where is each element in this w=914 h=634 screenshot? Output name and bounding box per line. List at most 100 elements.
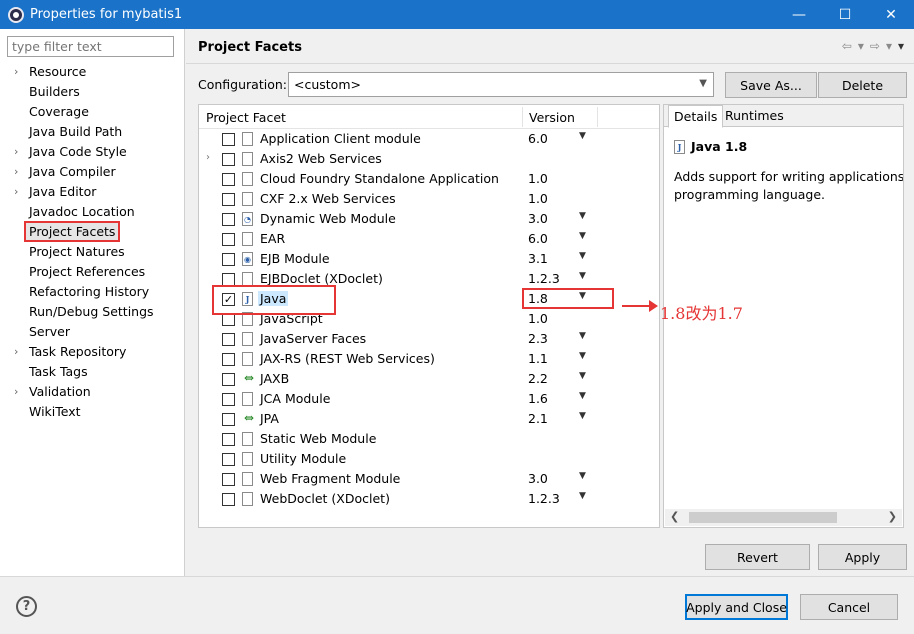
table-row[interactable]: JavaScript 1.0 bbox=[199, 309, 659, 329]
chevron-right-icon[interactable]: › bbox=[14, 342, 18, 362]
table-row[interactable]: Application Client module 6.0 ▼ bbox=[199, 129, 659, 149]
chevron-right-icon[interactable]: › bbox=[206, 152, 210, 163]
version-dropdown-icon[interactable]: ▼ bbox=[579, 471, 586, 481]
table-row[interactable]: › Axis2 Web Services bbox=[199, 149, 659, 169]
table-row[interactable]: ⇔ JAXB 2.2 ▼ bbox=[199, 369, 659, 389]
column-header-facet[interactable]: Project Facet bbox=[206, 110, 286, 125]
configuration-select[interactable]: <custom> ▼ bbox=[288, 72, 714, 97]
sidebar-item[interactable]: Coverage bbox=[0, 102, 185, 122]
sidebar-item[interactable]: WikiText bbox=[0, 402, 185, 422]
scroll-left-icon[interactable]: ❮ bbox=[670, 510, 679, 523]
table-row[interactable]: ◔ Dynamic Web Module 3.0 ▼ bbox=[199, 209, 659, 229]
chevron-right-icon[interactable]: › bbox=[14, 162, 18, 182]
facet-checkbox[interactable] bbox=[222, 493, 235, 506]
save-as-button[interactable]: Save As... bbox=[725, 72, 817, 98]
sidebar-item[interactable]: › Java Editor bbox=[0, 182, 185, 202]
sidebar-item[interactable]: Project References bbox=[0, 262, 185, 282]
sidebar-item[interactable]: Run/Debug Settings bbox=[0, 302, 185, 322]
table-row[interactable]: WebDoclet (XDoclet) 1.2.3 ▼ bbox=[199, 489, 659, 509]
sidebar-item[interactable]: Server bbox=[0, 322, 185, 342]
table-row[interactable]: JavaServer Faces 2.3 ▼ bbox=[199, 329, 659, 349]
version-dropdown-icon[interactable]: ▼ bbox=[579, 371, 586, 381]
sidebar-item[interactable]: › Validation bbox=[0, 382, 185, 402]
sidebar-item[interactable]: Task Tags bbox=[0, 362, 185, 382]
version-dropdown-icon[interactable]: ▼ bbox=[579, 211, 586, 221]
facet-checkbox[interactable] bbox=[222, 413, 235, 426]
view-menu-icon[interactable]: ▾ bbox=[898, 39, 904, 53]
version-dropdown-icon[interactable]: ▼ bbox=[579, 271, 586, 281]
table-row[interactable]: Web Fragment Module 3.0 ▼ bbox=[199, 469, 659, 489]
version-dropdown-icon[interactable]: ▼ bbox=[579, 251, 586, 261]
facet-checkbox[interactable] bbox=[222, 333, 235, 346]
table-row[interactable]: Utility Module bbox=[199, 449, 659, 469]
delete-button[interactable]: Delete bbox=[818, 72, 907, 98]
sidebar-item[interactable]: › Task Repository bbox=[0, 342, 185, 362]
back-dropdown-icon[interactable]: ▾ bbox=[858, 39, 864, 53]
version-dropdown-icon[interactable]: ▼ bbox=[579, 491, 586, 501]
facet-checkbox[interactable] bbox=[222, 373, 235, 386]
back-arrow-icon[interactable]: ⇦ bbox=[842, 39, 852, 53]
version-dropdown-icon[interactable]: ▼ bbox=[579, 331, 586, 341]
chevron-right-icon[interactable]: › bbox=[14, 182, 18, 202]
facet-checkbox[interactable] bbox=[222, 433, 235, 446]
scroll-right-icon[interactable]: ❯ bbox=[888, 510, 897, 523]
facet-checkbox[interactable]: ✓ bbox=[222, 293, 235, 306]
facet-checkbox[interactable] bbox=[222, 253, 235, 266]
tab-runtimes[interactable]: Runtimes bbox=[720, 105, 789, 127]
chevron-right-icon[interactable]: › bbox=[14, 62, 18, 82]
close-button[interactable]: ✕ bbox=[868, 0, 914, 29]
facet-checkbox[interactable] bbox=[222, 313, 235, 326]
facet-checkbox[interactable] bbox=[222, 453, 235, 466]
horizontal-scrollbar[interactable]: ❮ ❯ bbox=[665, 509, 902, 526]
table-row[interactable]: EJBDoclet (XDoclet) 1.2.3 ▼ bbox=[199, 269, 659, 289]
column-header-version[interactable]: Version bbox=[529, 110, 575, 125]
facet-checkbox[interactable] bbox=[222, 393, 235, 406]
sidebar-item[interactable]: Project Facets bbox=[0, 221, 185, 242]
sidebar-item[interactable]: › Java Code Style bbox=[0, 142, 185, 162]
apply-and-close-button[interactable]: Apply and Close bbox=[685, 594, 788, 620]
chevron-right-icon[interactable]: › bbox=[14, 142, 18, 162]
facet-checkbox[interactable] bbox=[222, 473, 235, 486]
chevron-right-icon[interactable]: › bbox=[14, 382, 18, 402]
facet-checkbox[interactable] bbox=[222, 353, 235, 366]
table-row[interactable]: JAX-RS (REST Web Services) 1.1 ▼ bbox=[199, 349, 659, 369]
version-dropdown-icon[interactable]: ▼ bbox=[579, 351, 586, 361]
facet-checkbox[interactable] bbox=[222, 193, 235, 206]
table-row[interactable]: EAR 6.0 ▼ bbox=[199, 229, 659, 249]
table-row[interactable]: ✓ J Java 1.8 ▼ bbox=[199, 289, 659, 309]
sidebar-item[interactable]: › Java Compiler bbox=[0, 162, 185, 182]
version-dropdown-icon[interactable]: ▼ bbox=[579, 291, 586, 301]
maximize-button[interactable]: ☐ bbox=[822, 0, 868, 29]
revert-button[interactable]: Revert bbox=[705, 544, 810, 570]
table-row[interactable]: ⇔ JPA 2.1 ▼ bbox=[199, 409, 659, 429]
table-row[interactable]: Static Web Module bbox=[199, 429, 659, 449]
version-dropdown-icon[interactable]: ▼ bbox=[579, 411, 586, 421]
sidebar-item[interactable]: Refactoring History bbox=[0, 282, 185, 302]
table-row[interactable]: Cloud Foundry Standalone Application 1.0 bbox=[199, 169, 659, 189]
tab-details[interactable]: Details bbox=[668, 105, 724, 128]
forward-dropdown-icon[interactable]: ▾ bbox=[886, 39, 892, 53]
facet-checkbox[interactable] bbox=[222, 153, 235, 166]
facet-checkbox[interactable] bbox=[222, 173, 235, 186]
apply-button[interactable]: Apply bbox=[818, 544, 907, 570]
facet-checkbox[interactable] bbox=[222, 213, 235, 226]
help-icon[interactable]: ? bbox=[16, 596, 37, 617]
filter-input[interactable] bbox=[7, 36, 174, 57]
facet-checkbox[interactable] bbox=[222, 273, 235, 286]
scroll-thumb[interactable] bbox=[689, 512, 837, 523]
sidebar-item[interactable]: Builders bbox=[0, 82, 185, 102]
minimize-button[interactable]: — bbox=[776, 0, 822, 29]
table-row[interactable]: ◉ EJB Module 3.1 ▼ bbox=[199, 249, 659, 269]
cancel-button[interactable]: Cancel bbox=[800, 594, 898, 620]
version-dropdown-icon[interactable]: ▼ bbox=[579, 231, 586, 241]
version-dropdown-icon[interactable]: ▼ bbox=[579, 131, 586, 141]
table-row[interactable]: JCA Module 1.6 ▼ bbox=[199, 389, 659, 409]
sidebar-item[interactable]: Project Natures bbox=[0, 242, 185, 262]
sidebar-item[interactable]: Java Build Path bbox=[0, 122, 185, 142]
sidebar-item[interactable]: › Resource bbox=[0, 62, 185, 82]
sidebar-item[interactable]: Javadoc Location bbox=[0, 202, 185, 222]
facet-checkbox[interactable] bbox=[222, 233, 235, 246]
version-dropdown-icon[interactable]: ▼ bbox=[579, 391, 586, 401]
table-row[interactable]: CXF 2.x Web Services 1.0 bbox=[199, 189, 659, 209]
facet-checkbox[interactable] bbox=[222, 133, 235, 146]
